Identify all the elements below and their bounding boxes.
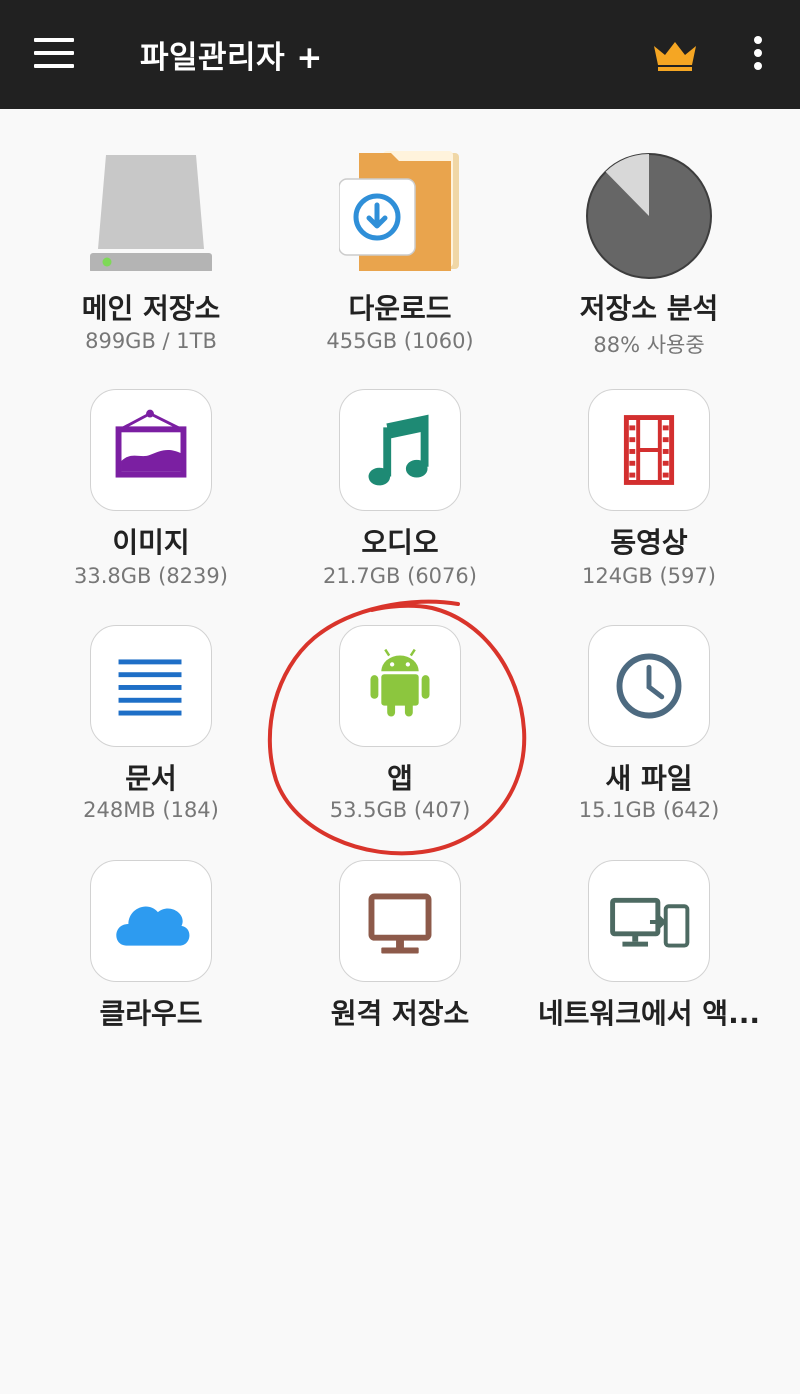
film-strip-icon [588, 389, 710, 511]
pie-chart-icon [586, 153, 712, 279]
item-label: 이미지 [112, 526, 190, 559]
hard-drive-icon [90, 149, 212, 271]
item-label: 동영상 [610, 526, 688, 559]
item-label: 저장소 분석 [579, 292, 719, 325]
item-main-storage[interactable]: 메인 저장소 899GB / 1TB [18, 149, 284, 369]
item-sub: 21.7GB (6076) [323, 564, 477, 588]
item-sub: 899GB / 1TB [85, 329, 217, 353]
item-cloud[interactable]: 클라우드 [18, 860, 284, 1040]
item-label: 메인 저장소 [81, 292, 221, 325]
item-label: 다운로드 [348, 292, 452, 325]
android-icon [339, 625, 461, 747]
item-label: 새 파일 [605, 762, 693, 795]
document-lines-icon [90, 625, 212, 747]
image-frame-icon [90, 389, 212, 511]
item-download[interactable]: 다운로드 455GB (1060) [267, 149, 533, 369]
app-title: 파일관리자 + [140, 40, 323, 76]
more-options-icon[interactable] [745, 36, 771, 76]
item-sub: 248MB (184) [83, 798, 219, 822]
item-label: 문서 [125, 762, 177, 795]
item-sub: 15.1GB (642) [578, 798, 720, 822]
item-label: 네트워크에서 액... [538, 997, 760, 1030]
app-bar: 파일관리자 + [0, 0, 800, 109]
item-video[interactable]: 동영상 124GB (597) [516, 389, 782, 599]
cloud-icon [90, 860, 212, 982]
item-new-files[interactable]: 새 파일 15.1GB (642) [516, 625, 782, 835]
music-note-icon [339, 389, 461, 511]
item-label: 앱 [387, 762, 413, 795]
item-label: 원격 저장소 [330, 997, 470, 1030]
clock-icon [588, 625, 710, 747]
item-sub: 53.5GB (407) [329, 798, 471, 822]
item-label: 오디오 [361, 526, 439, 559]
item-network-access[interactable]: 네트워크에서 액... [516, 860, 782, 1040]
item-documents[interactable]: 문서 248MB (184) [18, 625, 284, 835]
item-sub: 455GB (1060) [326, 329, 474, 353]
item-apps[interactable]: 앱 53.5GB (407) [267, 625, 533, 835]
download-folder-icon [339, 149, 461, 271]
crown-icon[interactable] [652, 38, 698, 72]
item-audio[interactable]: 오디오 21.7GB (6076) [267, 389, 533, 599]
item-sub: 33.8GB (8239) [74, 564, 228, 588]
network-devices-icon [588, 860, 710, 982]
item-images[interactable]: 이미지 33.8GB (8239) [18, 389, 284, 599]
item-sub: 124GB (597) [582, 564, 716, 588]
monitor-icon [339, 860, 461, 982]
item-label: 클라우드 [99, 997, 203, 1030]
menu-button[interactable] [34, 38, 74, 70]
item-storage-analysis[interactable]: 저장소 분석 88% 사용중 [516, 149, 782, 369]
item-sub: 88% 사용중 [593, 333, 705, 357]
item-remote-storage[interactable]: 원격 저장소 [267, 860, 533, 1040]
